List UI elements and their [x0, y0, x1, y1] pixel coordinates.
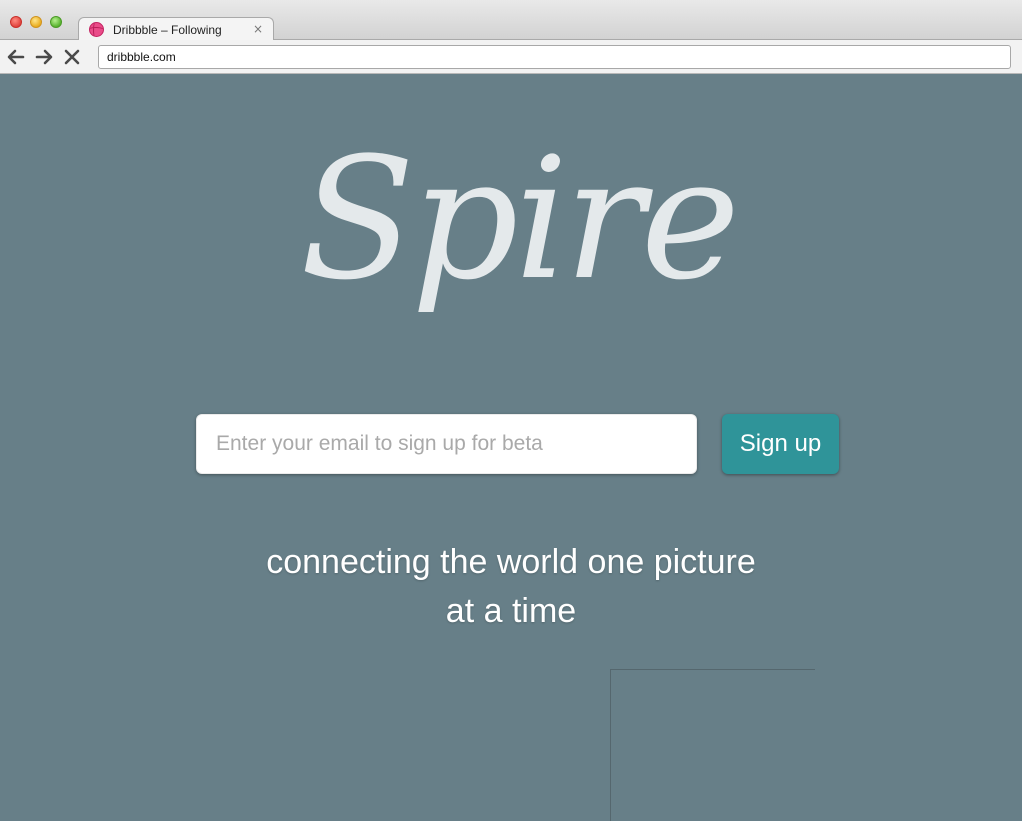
- back-button[interactable]: [6, 47, 26, 67]
- email-input[interactable]: [196, 414, 697, 474]
- close-window-button[interactable]: [10, 16, 22, 28]
- dribbble-icon: [89, 22, 104, 37]
- zoom-window-button[interactable]: [50, 16, 62, 28]
- browser-toolbar: dribbble.com: [0, 40, 1022, 74]
- sign-up-button[interactable]: Sign up: [722, 414, 839, 474]
- page-content: Spire Sign up connecting the world one p…: [0, 74, 1022, 821]
- tab-title: Dribbble – Following: [113, 23, 222, 37]
- stop-button[interactable]: [62, 47, 82, 67]
- tagline-line-2: at a time: [445, 592, 577, 630]
- forward-button[interactable]: [34, 47, 54, 67]
- url-text: dribbble.com: [107, 50, 176, 64]
- address-bar[interactable]: dribbble.com: [98, 45, 1011, 69]
- tab-dribbble-following[interactable]: Dribbble – Following ×: [78, 17, 274, 41]
- tab-close-icon[interactable]: ×: [253, 22, 263, 36]
- logo-text: Spire: [300, 121, 740, 317]
- tab-strip: Dribbble – Following ×: [0, 0, 1022, 41]
- browser-window: Dribbble – Following × dribbble.com Spir…: [0, 0, 1022, 821]
- close-icon: [64, 49, 80, 65]
- spire-logo: Spire: [300, 114, 740, 364]
- minimize-window-button[interactable]: [30, 16, 42, 28]
- image-frame: [610, 669, 815, 821]
- tagline: connecting the world one picture at a ti…: [0, 538, 1022, 636]
- tagline-line-1: connecting the world one picture: [266, 543, 756, 581]
- arrow-right-icon: [35, 49, 53, 65]
- arrow-left-icon: [7, 49, 25, 65]
